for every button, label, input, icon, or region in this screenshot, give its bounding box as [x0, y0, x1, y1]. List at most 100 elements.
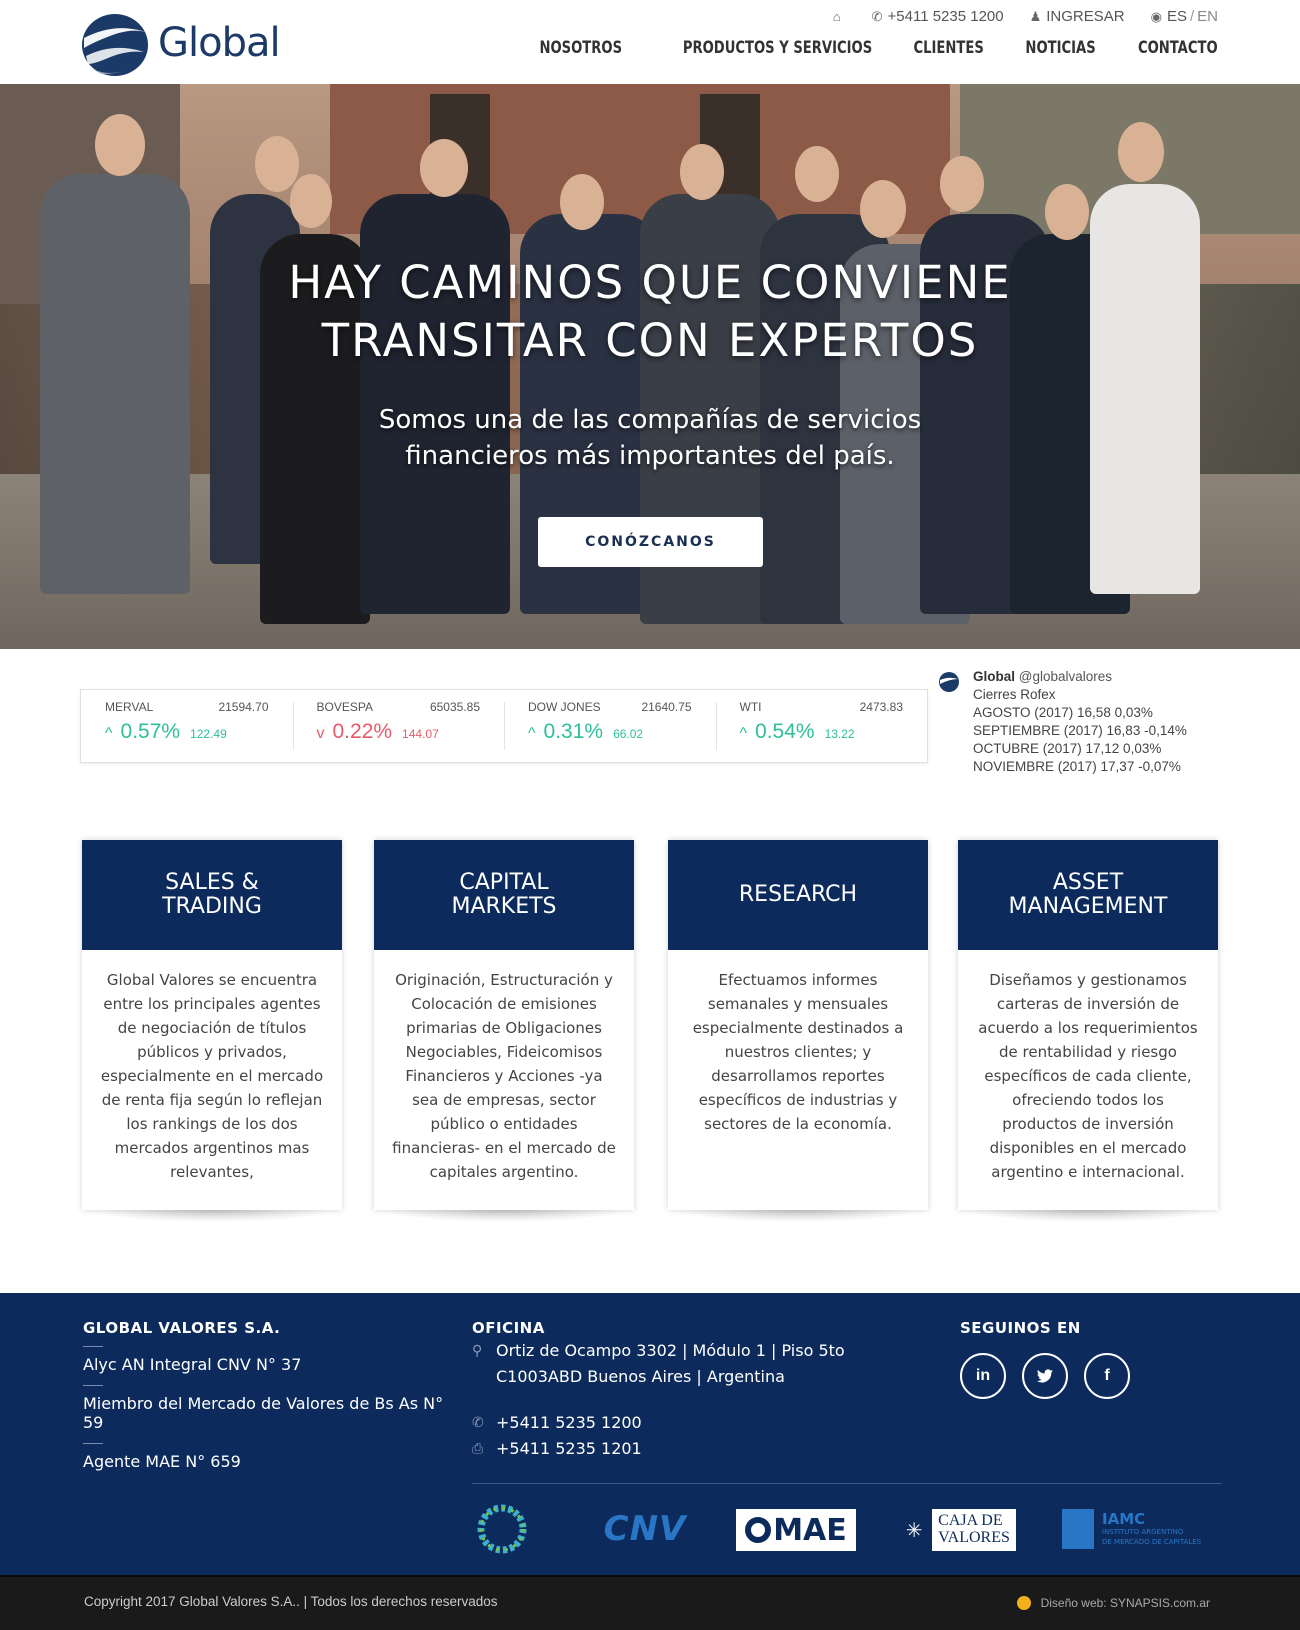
main-nav: NOSOTROS PRODUCTOS Y SERVICIOS CLIENTES …	[496, 38, 1218, 58]
person	[1090, 184, 1200, 594]
ticker-percent: 0.57%	[120, 720, 181, 743]
ticker-value: 2473.83	[859, 700, 903, 714]
mae-logo[interactable]: MAE	[736, 1509, 856, 1551]
phone-icon: ✆	[871, 8, 883, 24]
caja-de-valores-logo[interactable]: ✳ CAJA DE VALORES	[896, 1509, 1016, 1551]
login-text: INGRESAR	[1046, 8, 1125, 25]
ticker-item-wti[interactable]: WTI 2473.83 ^ 0.54% 13.22	[715, 690, 928, 762]
ticker-change: 144.07	[402, 727, 439, 741]
conozcanos-button[interactable]: CONÓZCANOS	[538, 517, 763, 567]
card-description: Originación, Estructuración y Colocación…	[392, 971, 616, 1181]
card-title: ASSET MANAGEMENT	[958, 840, 1218, 950]
card-title: RESEARCH	[668, 840, 928, 950]
card-description: Diseñamos y gestionamos carteras de inve…	[978, 971, 1198, 1181]
lang-es[interactable]: ES	[1167, 8, 1187, 25]
arrow-up-icon: ^	[105, 725, 113, 742]
design-credit-text: Diseño web: SYNAPSIS.com.ar	[1040, 1596, 1210, 1610]
ticker-percent: 0.31%	[543, 720, 604, 743]
footer-company-line: Alyc AN Integral CNV N° 37	[83, 1346, 453, 1374]
globe-logo-icon	[82, 14, 148, 76]
footer-office-title: OFICINA	[472, 1319, 545, 1337]
ticker-item-bovespa[interactable]: BOVESPA 65035.85 v 0.22% 144.07	[292, 690, 505, 762]
person-head	[95, 114, 145, 176]
lang-separator: /	[1189, 8, 1195, 25]
global-logo[interactable]: Global	[80, 8, 281, 78]
login-link[interactable]: ♟ INGRESAR	[1030, 8, 1125, 25]
service-card-research[interactable]: RESEARCH Efectuamos informes semanales y…	[668, 840, 928, 1222]
linkedin-icon[interactable]: in	[960, 1353, 1006, 1399]
service-card-asset-management[interactable]: ASSET MANAGEMENT Diseñamos y gestionamos …	[958, 840, 1218, 1222]
hero-title-line2: TRANSITAR CON EXPERTOS	[321, 314, 979, 367]
nav-noticias[interactable]: NOTICIAS	[1025, 38, 1095, 58]
caja-text-line2: VALORES	[938, 1529, 1010, 1546]
facebook-icon[interactable]: f	[1084, 1353, 1130, 1399]
ticker-item-merval[interactable]: MERVAL 21594.70 ^ 0.57% 122.49	[81, 690, 293, 762]
twitter-bird-icon	[1037, 1369, 1053, 1383]
tweet-author[interactable]: Global	[973, 669, 1015, 684]
design-credit[interactable]: Diseño web: SYNAPSIS.com.ar	[1016, 1596, 1210, 1610]
card-title-line2: MARKETS	[451, 894, 557, 919]
user-icon: ♟	[1029, 8, 1042, 24]
person-head	[940, 156, 984, 212]
person-head	[290, 174, 332, 228]
tweet-handle[interactable]: @globalvalores	[1019, 669, 1112, 684]
footer-company-title: GLOBAL VALORES S.A.	[83, 1319, 281, 1337]
address-line2: C1003ABD Buenos Aires | Argentina	[496, 1367, 785, 1386]
ticker-change: 13.22	[824, 727, 855, 741]
twitter-icon[interactable]	[1022, 1353, 1068, 1399]
lang-en[interactable]: EN	[1197, 8, 1218, 25]
footer-phone[interactable]: +5411 5235 1200	[496, 1411, 642, 1435]
phone-text: +5411 5235 1200	[887, 8, 1004, 25]
footer-office: OFICINA ⚲ Ortiz de Ocampo 3302 | Módulo 1…	[472, 1319, 892, 1461]
topbar: ⌂ ✆ +5411 5235 1200 ♟ INGRESAR ◉ ES / EN	[807, 8, 1218, 25]
site-header: Global ⌂ ✆ +5411 5235 1200 ♟ INGRESAR ◉ ES /…	[0, 0, 1300, 84]
service-card-capital-markets[interactable]: CAPITAL MARKETS Originación, Estructuraci…	[374, 840, 634, 1222]
phone-icon: ✆	[472, 1415, 484, 1431]
card-title-line1: SALES &	[165, 870, 259, 895]
ticker-item-dow-jones[interactable]: DOW JONES 21640.75 ^ 0.31% 66.02	[504, 690, 716, 762]
phone-link[interactable]: ✆ +5411 5235 1200	[872, 8, 1004, 25]
footer-company: GLOBAL VALORES S.A. Alyc AN Integral CNV…	[83, 1319, 453, 1471]
byma-logo[interactable]	[472, 1501, 532, 1557]
footer-fax: +5411 5235 1201	[496, 1439, 642, 1458]
nav-contacto[interactable]: CONTACTO	[1138, 38, 1218, 58]
nav-productos-y-servicios[interactable]: PRODUCTOS Y SERVICIOS	[682, 38, 871, 58]
tweet-line: NOVIEMBRE (2017) 17,37 -0,07%	[973, 759, 1181, 774]
twitter-avatar-icon[interactable]	[938, 671, 960, 693]
ticker-value: 21594.70	[218, 700, 269, 714]
home-link[interactable]: ⌂	[833, 9, 846, 24]
card-title-line2: TRADING	[162, 894, 262, 919]
logo-text: Global	[158, 20, 281, 66]
ticker-name: WTI	[739, 700, 762, 714]
ticker-name: BOVESPA	[316, 700, 373, 714]
fax-icon: ⎙	[472, 1441, 484, 1457]
ticker-change: 66.02	[613, 727, 644, 741]
card-description: Efectuamos informes semanales y mensuale…	[692, 971, 904, 1133]
hero-title-line1: HAY CAMINOS QUE CONVIENE	[288, 256, 1012, 309]
ticker-name: MERVAL	[105, 700, 154, 714]
hero-banner: HAY CAMINOS QUE CONVIENE TRANSITAR CON E…	[0, 84, 1300, 649]
caja-text-line1: CAJA DE	[938, 1512, 1003, 1529]
globe-icon: ◉	[1150, 8, 1162, 24]
nav-clientes[interactable]: CLIENTES	[913, 38, 983, 58]
card-title-line1: CAPITAL	[459, 870, 549, 895]
arrow-down-icon: v	[316, 725, 325, 742]
person-head	[1118, 122, 1164, 182]
iamc-logo[interactable]: IAMC INSTITUTO ARGENTINO DE MERCADO DE C…	[1062, 1501, 1212, 1557]
market-ticker: MERVAL 21594.70 ^ 0.57% 122.49 BOVESPA 65035…	[80, 689, 928, 763]
footer-company-line: Miembro del Mercado de Valores de Bs As …	[83, 1385, 453, 1432]
service-card-sales-trading[interactable]: SALES & TRADING Global Valores se encuent…	[82, 840, 342, 1222]
partner-logos: CNV MAE ✳ CAJA DE VALORES IAMC INSTITUTO …	[472, 1501, 1222, 1557]
nav-nosotros[interactable]: NOSOTROS	[539, 38, 622, 58]
card-title-line1: RESEARCH	[738, 882, 858, 907]
iamc-title: IAMC	[1102, 1510, 1146, 1528]
address-line1: Ortiz de Ocampo 3302 | Módulo 1 | Piso 5…	[496, 1341, 845, 1360]
iamc-text: IAMC INSTITUTO ARGENTINO DE MERCADO DE C…	[1102, 1511, 1201, 1547]
tweet-line: OCTUBRE (2017) 17,12 0,03%	[973, 741, 1162, 756]
ticker-percent: 0.22%	[332, 720, 393, 743]
mae-logo-mark	[745, 1517, 772, 1543]
synapsis-icon	[1016, 1596, 1031, 1610]
arrow-up-icon: ^	[528, 725, 536, 742]
cnv-logo[interactable]: CNV	[590, 1501, 700, 1557]
iamc-sub1: INSTITUTO ARGENTINO	[1102, 1528, 1184, 1536]
